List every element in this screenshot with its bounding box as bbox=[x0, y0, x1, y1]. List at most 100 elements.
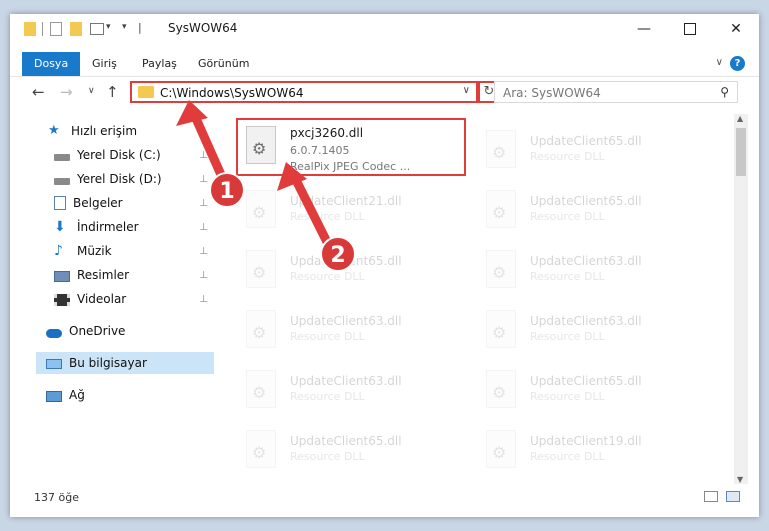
pin-icon[interactable]: ⊥ bbox=[199, 270, 208, 281]
file-description: Resource DLL bbox=[290, 390, 365, 403]
address-bar[interactable]: C:\Windows\SysWOW64 ∨ bbox=[130, 81, 478, 103]
pin-icon[interactable]: ⊥ bbox=[199, 150, 208, 161]
large-icons-view-icon[interactable] bbox=[726, 491, 740, 502]
dll-file-icon: ⚙ bbox=[486, 370, 516, 408]
sidebar-item-this-pc[interactable]: Bu bilgisayar bbox=[36, 352, 214, 374]
file-name: UpdateClient63.dll bbox=[530, 314, 642, 328]
scrollbar-thumb[interactable] bbox=[736, 128, 746, 176]
sidebar-item-onedrive[interactable]: OneDrive bbox=[46, 320, 125, 342]
file-name: UpdateClient65.dll bbox=[530, 134, 642, 148]
search-input[interactable]: Ara: SysWOW64 ⚲ bbox=[494, 81, 738, 103]
sidebar-item-videos[interactable]: Videolar ⊥ bbox=[54, 288, 214, 310]
file-item[interactable]: ⚙ UpdateClient65.dll Resource DLL bbox=[480, 364, 710, 420]
file-name: UpdateClient63.dll bbox=[290, 374, 402, 388]
dropdown-icon[interactable]: ▾ bbox=[106, 22, 111, 32]
file-item[interactable]: ⚙ UpdateClient65.dll Resource DLL bbox=[480, 184, 710, 240]
sidebar-item-pictures[interactable]: Resimler ⊥ bbox=[54, 264, 214, 286]
search-icon: ⚲ bbox=[720, 85, 729, 99]
quick-access-toolbar-icon[interactable]: ▾ bbox=[122, 22, 127, 32]
pin-icon[interactable]: ⊥ bbox=[199, 222, 208, 233]
download-icon: ⬇ bbox=[54, 219, 66, 235]
sidebar-item-drive-c[interactable]: Yerel Disk (C:) ⊥ bbox=[54, 144, 214, 166]
gear-icon: ⚙ bbox=[252, 383, 267, 402]
pin-icon[interactable]: ⊥ bbox=[199, 174, 208, 185]
file-name: UpdateClient63.dll bbox=[290, 314, 402, 328]
gear-icon: ⚙ bbox=[492, 263, 507, 282]
file-description: Resource DLL bbox=[290, 210, 365, 223]
file-item[interactable]: ⚙ UpdateClient65.dll Resource DLL bbox=[240, 424, 470, 480]
back-arrow-icon[interactable]: ← bbox=[32, 83, 45, 101]
details-view-icon[interactable] bbox=[704, 491, 718, 502]
forward-arrow-icon[interactable]: → bbox=[60, 83, 73, 101]
drive-icon bbox=[54, 177, 70, 185]
file-name: UpdateClient63.dll bbox=[530, 254, 642, 268]
file-description: Resource DLL bbox=[530, 150, 605, 163]
file-item[interactable]: ⚙ UpdateClient19.dll Resource DLL bbox=[480, 424, 710, 480]
tab-home[interactable]: Giriş bbox=[92, 52, 117, 76]
file-item[interactable]: ⚙ UpdateClient65.dll Resource DLL bbox=[240, 244, 470, 300]
pin-icon[interactable]: ⊥ bbox=[199, 198, 208, 209]
minimize-icon: — bbox=[637, 21, 651, 37]
new-folder-icon[interactable] bbox=[70, 22, 82, 36]
file-list: ⚙ pxcj3260.dll 6.0.7.1405 RealPix JPEG C… bbox=[224, 114, 734, 484]
cloud-icon bbox=[46, 328, 62, 338]
music-icon: ♪ bbox=[54, 243, 63, 259]
gear-icon: ⚙ bbox=[492, 383, 507, 402]
customize-toolbar-icon[interactable] bbox=[90, 23, 104, 35]
dll-file-icon: ⚙ bbox=[246, 430, 276, 468]
file-name: UpdateClient65.dll bbox=[290, 254, 402, 268]
properties-icon[interactable] bbox=[50, 22, 62, 36]
help-button[interactable]: ? bbox=[730, 56, 745, 71]
address-path: C:\Windows\SysWOW64 bbox=[160, 86, 304, 100]
chevron-down-icon[interactable]: ∨ bbox=[716, 57, 723, 68]
gear-icon: ⚙ bbox=[252, 323, 267, 342]
minimize-button[interactable]: — bbox=[621, 14, 667, 44]
navigation-bar: ← → ∨ ↑ C:\Windows\SysWOW64 ∨ ↻ Ara: Sys… bbox=[10, 78, 759, 108]
file-description: Resource DLL bbox=[530, 450, 605, 463]
sidebar-item-drive-d[interactable]: Yerel Disk (D:) ⊥ bbox=[54, 168, 214, 190]
file-name: UpdateClient65.dll bbox=[530, 374, 642, 388]
file-item[interactable]: ⚙ UpdateClient21.dll Resource DLL bbox=[240, 184, 470, 240]
close-button[interactable]: ✕ bbox=[713, 14, 759, 44]
sidebar-item-music[interactable]: ♪ Müzik ⊥ bbox=[54, 240, 214, 262]
divider bbox=[42, 22, 43, 36]
gear-icon: ⚙ bbox=[492, 143, 507, 162]
maximize-icon bbox=[684, 23, 696, 35]
navigation-pane: ★ Hızlı erişim Yerel Disk (C:) ⊥ Yerel D… bbox=[10, 114, 214, 484]
dll-file-icon: ⚙ bbox=[246, 190, 276, 228]
chevron-down-icon[interactable]: ∨ bbox=[463, 85, 470, 96]
file-item[interactable]: ⚙ UpdateClient63.dll Resource DLL bbox=[480, 304, 710, 360]
sidebar-item-downloads[interactable]: ⬇ İndirmeler ⊥ bbox=[54, 216, 214, 238]
pin-icon[interactable]: ⊥ bbox=[199, 294, 208, 305]
file-name: UpdateClient19.dll bbox=[530, 434, 642, 448]
up-arrow-icon[interactable]: ↑ bbox=[106, 83, 119, 101]
file-name: UpdateClient65.dll bbox=[290, 434, 402, 448]
sidebar-item-quick-access[interactable]: ★ Hızlı erişim bbox=[48, 120, 137, 142]
close-icon: ✕ bbox=[730, 21, 742, 37]
scroll-down-icon[interactable]: ▼ bbox=[737, 475, 743, 484]
folder-icon[interactable] bbox=[24, 22, 36, 36]
vertical-scrollbar[interactable]: ▲ ▼ bbox=[734, 114, 748, 484]
sidebar-item-network[interactable]: Ağ bbox=[46, 384, 85, 406]
sidebar-item-documents[interactable]: Belgeler ⊥ bbox=[54, 192, 214, 214]
gear-icon: ⚙ bbox=[492, 443, 507, 462]
dll-file-icon: ⚙ bbox=[246, 370, 276, 408]
gear-icon: ⚙ bbox=[252, 263, 267, 282]
file-item[interactable]: ⚙ UpdateClient63.dll Resource DLL bbox=[240, 304, 470, 360]
dll-file-icon: ⚙ bbox=[486, 310, 516, 348]
dll-file-icon: ⚙ bbox=[486, 130, 516, 168]
file-item[interactable]: ⚙ UpdateClient63.dll Resource DLL bbox=[240, 364, 470, 420]
star-icon: ★ bbox=[48, 123, 60, 138]
gear-icon: ⚙ bbox=[492, 203, 507, 222]
tab-share[interactable]: Paylaş bbox=[142, 52, 177, 76]
pin-icon[interactable]: ⊥ bbox=[199, 246, 208, 257]
file-item[interactable]: ⚙ UpdateClient63.dll Resource DLL bbox=[480, 244, 710, 300]
scroll-up-icon[interactable]: ▲ bbox=[737, 114, 743, 123]
maximize-button[interactable] bbox=[667, 14, 713, 44]
recent-locations-icon[interactable]: ∨ bbox=[88, 86, 95, 96]
ribbon: Dosya Giriş Paylaş Görünüm ∨ ? bbox=[10, 52, 759, 77]
highlight-box bbox=[236, 118, 466, 176]
file-item[interactable]: ⚙ UpdateClient65.dll Resource DLL bbox=[480, 124, 710, 180]
tab-file[interactable]: Dosya bbox=[22, 52, 81, 76]
tab-view[interactable]: Görünüm bbox=[198, 52, 249, 76]
